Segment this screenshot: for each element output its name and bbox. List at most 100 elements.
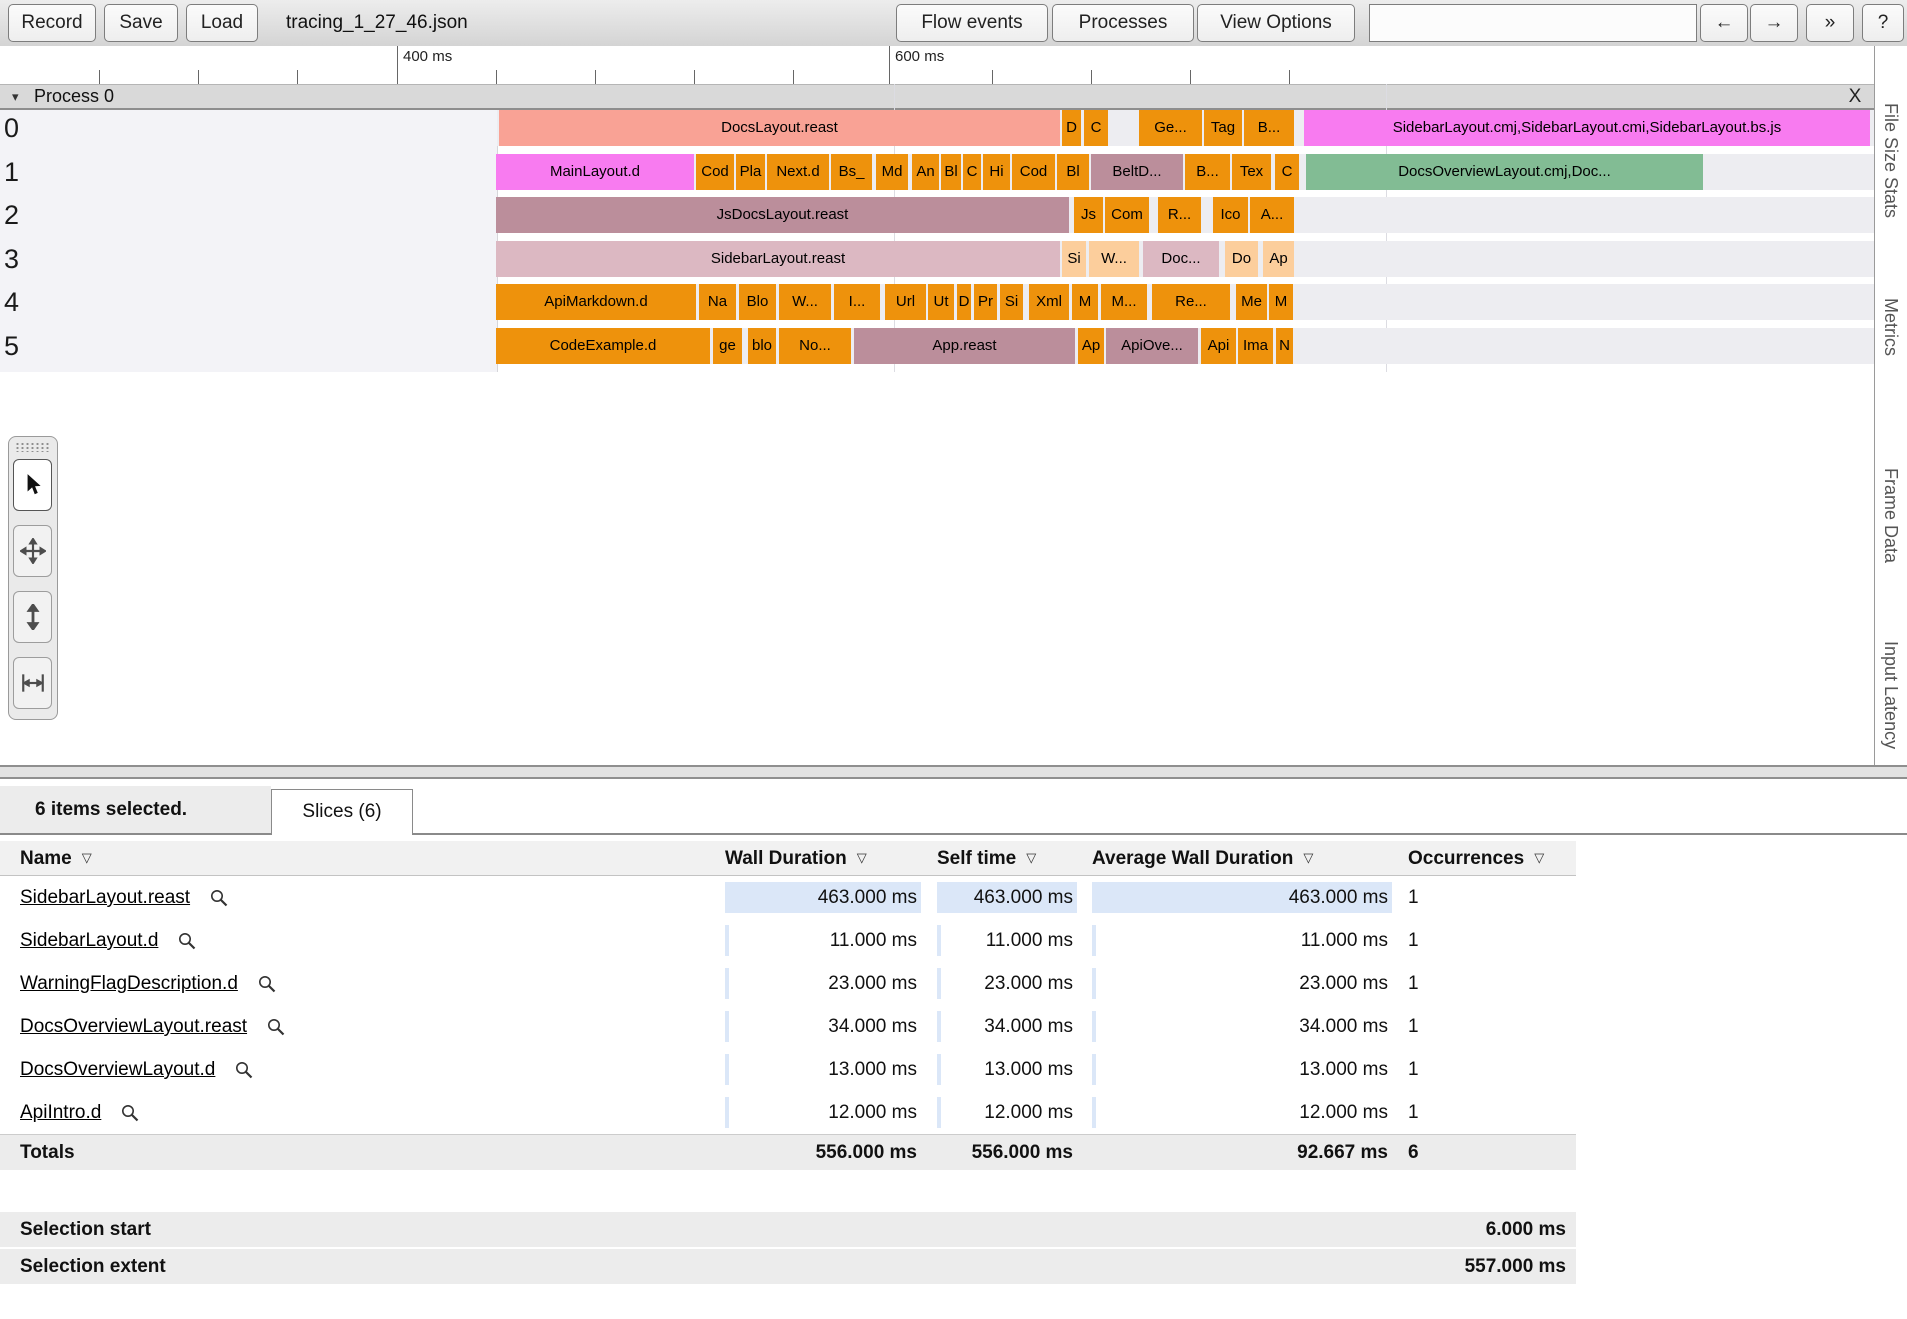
pan-tool-button[interactable] (13, 525, 52, 577)
sort-icon[interactable]: ▽ (1303, 850, 1313, 865)
trace-slice[interactable]: Bl (1057, 154, 1089, 190)
trace-slice[interactable]: Do (1225, 241, 1258, 277)
view-options-button[interactable]: View Options (1197, 4, 1355, 42)
trace-slice[interactable]: C (963, 154, 981, 190)
trace-slice[interactable]: Ico (1213, 197, 1248, 233)
trace-slice[interactable]: MainLayout.d (496, 154, 694, 190)
save-button[interactable]: Save (104, 4, 178, 42)
trace-slice[interactable]: Doc... (1143, 241, 1219, 277)
magnifier-icon[interactable] (208, 887, 230, 909)
record-button[interactable]: Record (8, 4, 96, 42)
trace-slice[interactable]: Hi (983, 154, 1010, 190)
search-input[interactable] (1369, 4, 1697, 42)
timing-tool-button[interactable] (13, 657, 52, 709)
tab-file-size-stats[interactable]: File Size Stats (1880, 103, 1901, 218)
sort-icon[interactable]: ▽ (857, 850, 867, 865)
trace-slice[interactable]: Api (1201, 328, 1236, 364)
zoom-tool-button[interactable] (13, 591, 52, 643)
load-button[interactable]: Load (186, 4, 258, 42)
trace-slice[interactable]: DocsLayout.reast (499, 110, 1060, 146)
trace-slice[interactable]: M... (1101, 284, 1147, 320)
trace-slice[interactable]: Cod (1012, 154, 1055, 190)
trace-slice[interactable]: No... (779, 328, 851, 364)
trace-slice[interactable]: M (1072, 284, 1098, 320)
trace-slice[interactable]: App.reast (854, 328, 1075, 364)
trace-slice[interactable]: Ap (1078, 328, 1104, 364)
selection-tool-button[interactable] (13, 459, 52, 511)
trace-slice[interactable]: Ge... (1139, 110, 1202, 146)
trace-slice[interactable]: Pr (974, 284, 997, 320)
trace-slice[interactable]: DocsOverviewLayout.cmj,Doc... (1306, 154, 1703, 190)
trace-slice[interactable]: B... (1244, 110, 1294, 146)
trace-slice[interactable]: C (1084, 110, 1108, 146)
tab-input-latency[interactable]: Input Latency (1880, 641, 1901, 749)
trace-slice[interactable]: Pla (736, 154, 765, 190)
trace-slice[interactable]: Tex (1232, 154, 1271, 190)
trace-slice[interactable]: ApiMarkdown.d (496, 284, 696, 320)
trace-slice[interactable]: An (912, 154, 939, 190)
trace-slice[interactable]: Blo (739, 284, 776, 320)
trace-slice[interactable]: D (1062, 110, 1081, 146)
tab-slices[interactable]: Slices (6) (271, 789, 413, 835)
column-header-occurrences[interactable]: Occurrences▽ (1408, 841, 1544, 876)
palette-drag-handle[interactable] (15, 442, 49, 452)
sort-icon[interactable]: ▽ (1534, 850, 1544, 865)
sort-icon[interactable]: ▽ (1026, 850, 1036, 865)
magnifier-icon[interactable] (265, 1016, 287, 1038)
processes-button[interactable]: Processes (1052, 4, 1194, 42)
slice-name-link[interactable]: DocsOverviewLayout.reast (20, 1005, 247, 1048)
trace-slice[interactable]: C (1275, 154, 1299, 190)
panel-splitter[interactable] (0, 765, 1907, 779)
trace-slice[interactable]: Me (1236, 284, 1267, 320)
help-button[interactable]: ? (1862, 4, 1904, 42)
column-header-average-wall-duration[interactable]: Average Wall Duration▽ (1092, 841, 1313, 876)
trace-slice[interactable]: N (1276, 328, 1293, 364)
collapse-triangle-icon[interactable]: ▾ (12, 85, 19, 108)
magnifier-icon[interactable] (233, 1059, 255, 1081)
trace-slice[interactable]: ge (713, 328, 742, 364)
trace-slice[interactable]: Ima (1238, 328, 1273, 364)
trace-slice[interactable]: Next.d (767, 154, 829, 190)
slice-name-link[interactable]: SidebarLayout.reast (20, 876, 190, 919)
column-header-name[interactable]: Name▽ (20, 841, 92, 876)
trace-slice[interactable]: Url (885, 284, 926, 320)
sort-icon[interactable]: ▽ (82, 850, 92, 865)
trace-slice[interactable]: SidebarLayout.reast (496, 241, 1060, 277)
trace-slice[interactable]: Bl (941, 154, 961, 190)
slice-name-link[interactable]: ApiIntro.d (20, 1091, 101, 1134)
trace-slice[interactable]: I... (834, 284, 880, 320)
tab-metrics[interactable]: Metrics (1880, 298, 1901, 356)
trace-slice[interactable]: Js (1074, 197, 1103, 233)
trace-slice[interactable]: Si (1000, 284, 1023, 320)
trace-slice[interactable]: B... (1185, 154, 1230, 190)
trace-slice[interactable]: W... (1089, 241, 1139, 277)
trace-slice[interactable]: Si (1062, 241, 1086, 277)
magnifier-icon[interactable] (176, 930, 198, 952)
trace-slice[interactable]: Tag (1204, 110, 1242, 146)
trace-slice[interactable]: D (957, 284, 971, 320)
find-previous-button[interactable]: ← (1700, 4, 1748, 42)
expand-panel-button[interactable]: » (1806, 4, 1854, 42)
slice-name-link[interactable]: DocsOverviewLayout.d (20, 1048, 215, 1091)
trace-slice[interactable]: Xml (1029, 284, 1069, 320)
trace-slice[interactable]: BeltD... (1091, 154, 1183, 190)
trace-slice[interactable]: Re... (1152, 284, 1230, 320)
trace-slice[interactable]: blo (748, 328, 776, 364)
trace-slice[interactable]: R... (1158, 197, 1201, 233)
trace-slice[interactable]: Md (876, 154, 908, 190)
slice-name-link[interactable]: SidebarLayout.d (20, 919, 158, 962)
find-next-button[interactable]: → (1750, 4, 1798, 42)
trace-slice[interactable]: Cod (696, 154, 734, 190)
trace-slice[interactable]: Ap (1263, 241, 1294, 277)
trace-slice[interactable]: ApiOve... (1106, 328, 1198, 364)
process-header[interactable]: ▾ Process 0 X (0, 84, 1874, 110)
flow-events-button[interactable]: Flow events (896, 4, 1048, 42)
column-header-self-time[interactable]: Self time▽ (937, 841, 1036, 876)
tab-frame-data[interactable]: Frame Data (1880, 468, 1901, 563)
column-header-wall-duration[interactable]: Wall Duration▽ (725, 841, 867, 876)
trace-slice[interactable]: Ut (928, 284, 954, 320)
magnifier-icon[interactable] (256, 973, 278, 995)
trace-slice[interactable]: A... (1250, 197, 1294, 233)
trace-slice[interactable]: Bs_ (831, 154, 872, 190)
close-process-icon[interactable]: X (1840, 85, 1870, 108)
